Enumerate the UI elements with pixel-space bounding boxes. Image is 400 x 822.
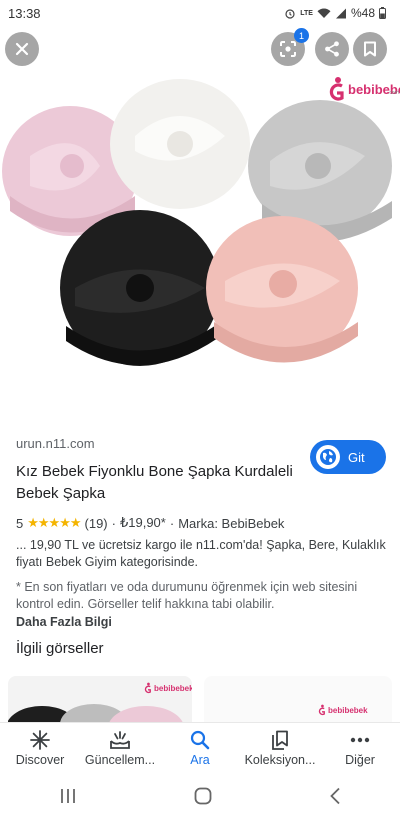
nav-label: Koleksiyon... — [244, 753, 316, 767]
back-button[interactable] — [329, 787, 341, 810]
nav-label: Güncellem... — [84, 753, 156, 767]
thumb-brand-logo: bebibebek — [144, 682, 192, 694]
brand-mark-icon — [329, 77, 344, 101]
thumb-brand-text: bebibebek — [154, 683, 192, 693]
visit-button[interactable]: Git — [310, 440, 386, 474]
network-type: LTE — [300, 9, 313, 17]
wifi-icon — [317, 8, 331, 18]
nav-label: Discover — [15, 753, 65, 767]
nav-discover[interactable]: Discover — [0, 729, 80, 767]
back-icon — [330, 787, 340, 804]
thumb-brand-logo: bebibebek — [318, 704, 368, 716]
brand: Marka: BebiBebek — [178, 515, 285, 531]
home-icon — [194, 787, 212, 804]
status-bar: 13:38 LTE %48 — [0, 0, 400, 26]
meta-separator: · — [169, 515, 175, 531]
brand-logo-sub: .com — [388, 90, 399, 96]
image-viewer[interactable]: 1 bebibebek .com — [0, 26, 400, 420]
brand-mark-icon — [318, 704, 325, 716]
updates-icon — [109, 729, 131, 751]
brand-mark-icon — [144, 682, 151, 694]
collections-icon — [270, 729, 290, 751]
more-dots-icon — [350, 729, 370, 751]
related-image-thumb[interactable]: bebibebek — [8, 676, 192, 722]
nav-collections[interactable]: Koleksiyon... — [240, 729, 320, 767]
share-button[interactable] — [315, 32, 349, 66]
nav-more[interactable]: Diğer — [320, 729, 400, 767]
result-description: ... 19,90 TL ve ücretsiz kargo ile n11.c… — [16, 538, 386, 569]
result-meta: 5 ★★★★★ (19) · ₺19,90* · Marka: BebiBebe… — [16, 515, 386, 531]
rating-value: 5 — [16, 515, 24, 531]
close-icon — [15, 42, 29, 56]
related-image-thumb[interactable]: bebibebek — [204, 676, 392, 722]
system-nav — [0, 774, 400, 822]
save-button[interactable] — [353, 32, 387, 66]
battery-icon — [379, 7, 386, 19]
search-icon — [190, 729, 210, 751]
lens-button[interactable]: 1 — [271, 28, 309, 66]
result-title[interactable]: Kız Bebek Fiyonklu Bone Şapka Kurdaleli … — [16, 461, 306, 505]
share-icon — [325, 41, 339, 57]
recent-apps-button[interactable] — [59, 788, 77, 809]
asterisk-icon — [30, 729, 50, 751]
thumb-brand-text: bebibebek — [328, 705, 368, 715]
recent-apps-icon — [60, 788, 75, 803]
status-icons: LTE %48 — [284, 6, 386, 20]
brand-logo: bebibebek .com — [328, 76, 400, 102]
meta-separator: · — [111, 515, 116, 531]
page: 13:38 LTE %48 1 bebibeb .com urun.n11.co… — [0, 0, 400, 822]
related-images-heading: İlgili görseller — [16, 640, 104, 657]
lens-icon — [280, 41, 296, 57]
nav-updates[interactable]: Güncellem... — [80, 729, 160, 767]
bottom-nav: Discover Güncellem... Ara Koleksiyon... … — [0, 722, 400, 774]
more-info-link[interactable]: Daha Fazla Bilgi — [16, 615, 386, 629]
close-button[interactable] — [5, 32, 39, 66]
globe-icon — [316, 445, 340, 469]
nav-label: Diğer — [345, 753, 375, 767]
bookmark-icon — [364, 41, 376, 57]
alarm-icon — [285, 9, 295, 19]
price: ₺19,90* — [119, 515, 166, 530]
home-button[interactable] — [194, 787, 212, 810]
visit-button-label: Git — [348, 449, 365, 465]
nav-search[interactable]: Ara — [160, 729, 240, 767]
signal-icon — [335, 8, 346, 18]
status-time: 13:38 — [8, 5, 41, 21]
copyright-disclaimer: * En son fiyatları ve oda durumunu öğren… — [16, 580, 358, 611]
collection-count-badge: 1 — [294, 28, 309, 43]
result-details: urun.n11.com Kız Bebek Fiyonklu Bone Şap… — [16, 436, 386, 629]
nav-label: Ara — [190, 753, 210, 767]
battery-level: %48 — [350, 6, 375, 20]
review-count: (19) — [84, 515, 108, 531]
rating-stars: ★★★★★ — [27, 515, 81, 530]
